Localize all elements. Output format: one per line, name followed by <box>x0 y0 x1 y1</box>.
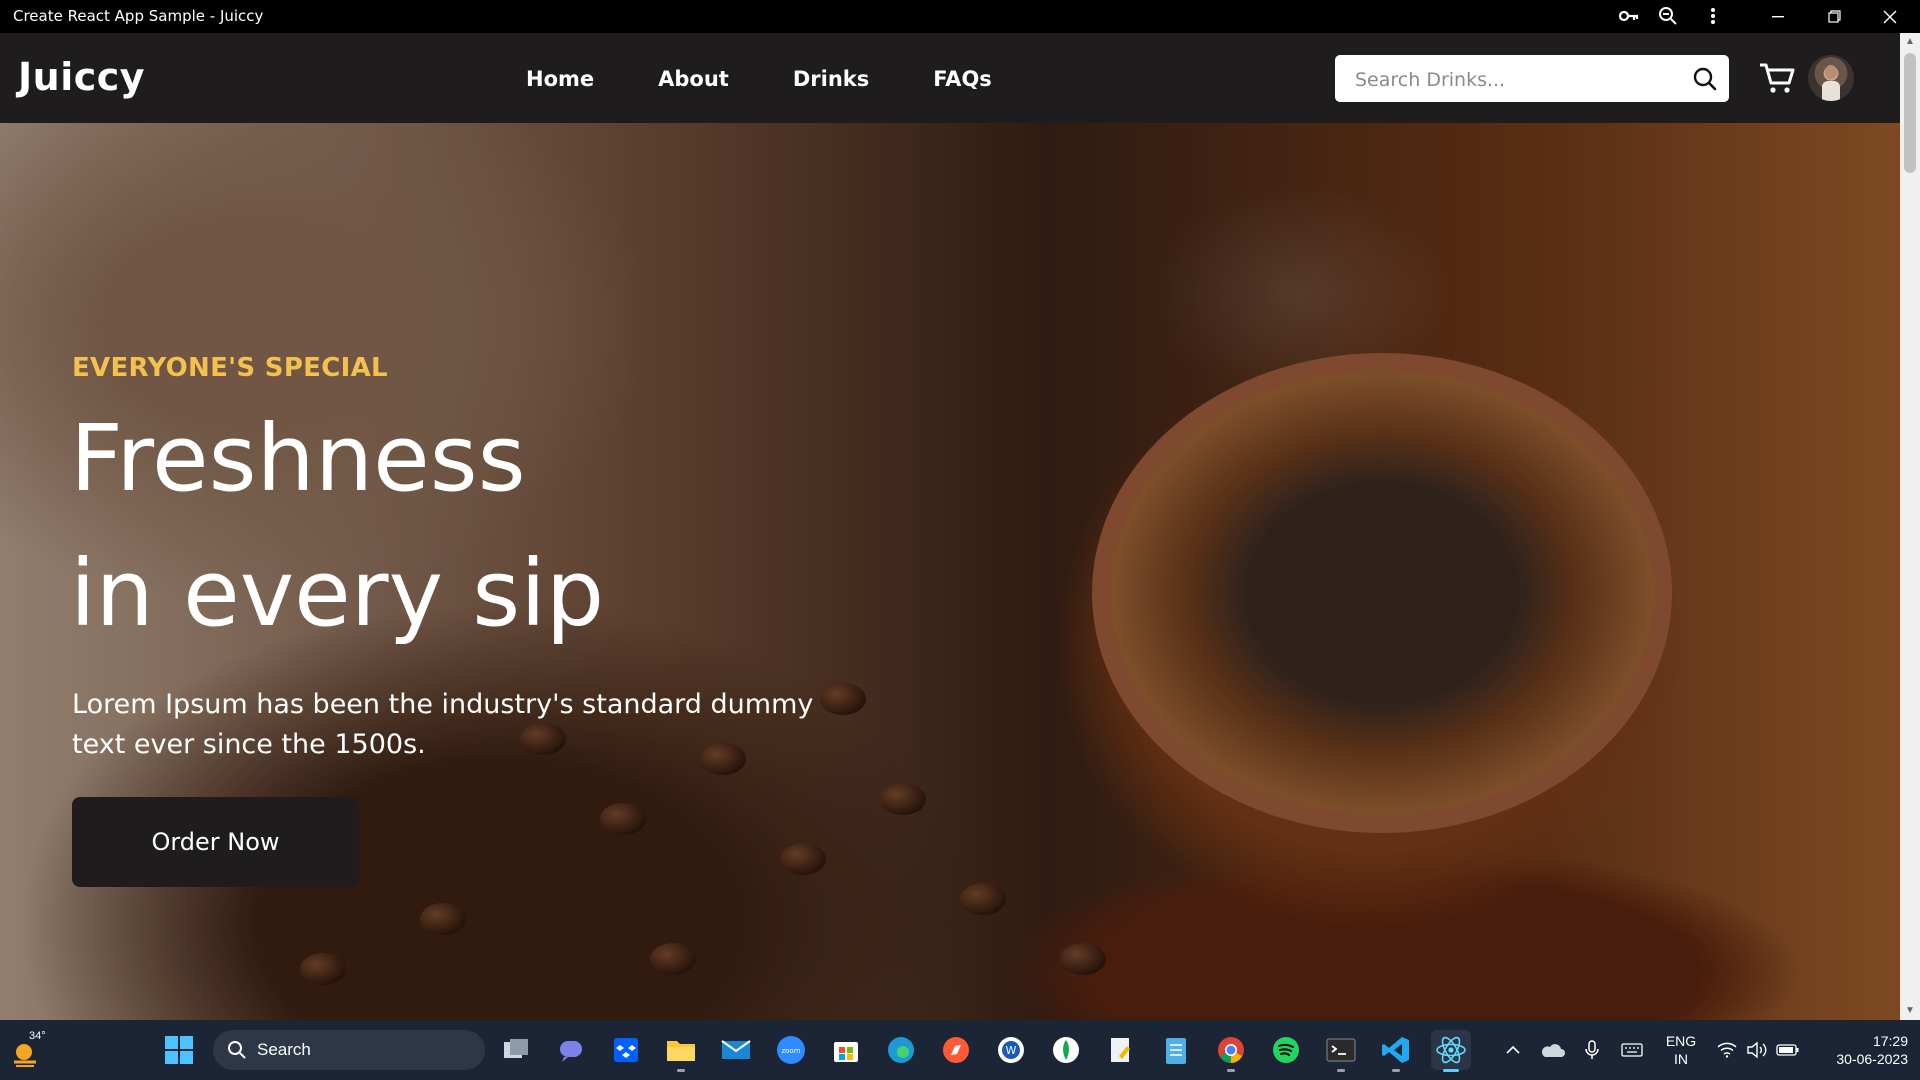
system-clock[interactable]: 17:29 30-06-2023 <box>1812 1032 1908 1068</box>
search-icon[interactable] <box>1693 67 1717 91</box>
editor-app-icon[interactable] <box>1101 1030 1141 1070</box>
wifi-icon[interactable] <box>1714 1020 1740 1080</box>
dropbox-icon[interactable] <box>606 1030 646 1070</box>
mongodb-compass-icon[interactable] <box>1046 1030 1086 1070</box>
volume-icon[interactable] <box>1744 1020 1770 1080</box>
taskbar: 34° Search zoom W ENG IN 17:29 30-06-202… <box>0 1020 1920 1080</box>
vscode-icon[interactable] <box>1376 1030 1416 1072</box>
battery-icon[interactable] <box>1774 1020 1802 1080</box>
start-button[interactable] <box>159 1030 199 1070</box>
close-button[interactable] <box>1862 0 1918 33</box>
task-view-icon[interactable] <box>496 1030 536 1070</box>
key-icon[interactable] <box>1617 5 1641 27</box>
nav-link-faqs[interactable]: FAQs <box>933 67 992 91</box>
scroll-down-arrow-icon[interactable]: ▼ <box>1900 1002 1920 1020</box>
clock-date: 30-06-2023 <box>1836 1051 1908 1067</box>
search-input[interactable] <box>1353 55 1677 104</box>
zoom-icon[interactable] <box>1656 5 1680 27</box>
search-box <box>1335 55 1729 104</box>
file-explorer-icon[interactable] <box>661 1030 701 1072</box>
region-code: IN <box>1674 1051 1688 1067</box>
nav-links: Home About Drinks FAQs <box>526 67 1056 91</box>
scroll-up-arrow-icon[interactable]: ▲ <box>1900 33 1920 51</box>
onedrive-icon[interactable] <box>1538 1020 1566 1080</box>
taskbar-search[interactable]: Search <box>213 1030 485 1070</box>
terminal-icon[interactable] <box>1321 1030 1361 1072</box>
hero-lead-text: Lorem Ipsum has been the industry's stan… <box>72 689 814 760</box>
svg-text:W: W <box>1006 1044 1017 1057</box>
search-icon <box>228 1041 246 1059</box>
weather-widget[interactable]: 34° <box>10 1030 50 1070</box>
restore-button[interactable] <box>1806 0 1862 33</box>
microphone-icon[interactable] <box>1580 1020 1604 1080</box>
clock-time: 17:29 <box>1872 1033 1908 1049</box>
svg-text:zoom: zoom <box>781 1047 800 1055</box>
teams-chat-icon[interactable] <box>551 1030 591 1070</box>
hero-eyebrow: EVERYONE'S SPECIAL <box>72 353 388 383</box>
window-titlebar: Create React App Sample - Juiccy <box>0 0 1920 33</box>
minimize-button[interactable] <box>1750 0 1806 33</box>
scroll-thumb[interactable] <box>1904 53 1916 173</box>
nav-link-about[interactable]: About <box>658 67 729 91</box>
hero-headline-line1: Freshness <box>70 405 526 512</box>
weather-temp: 34° <box>29 1030 46 1042</box>
edge-browser-icon[interactable] <box>881 1030 921 1070</box>
cart-icon[interactable] <box>1758 61 1796 95</box>
word-app-icon[interactable]: W <box>991 1030 1031 1070</box>
chrome-icon[interactable] <box>1211 1030 1251 1072</box>
brand-logo[interactable]: Juiccy <box>18 55 145 99</box>
hero-headline-line2: in every sip <box>70 540 605 647</box>
order-now-button[interactable]: Order Now <box>72 797 359 887</box>
nav-link-drinks[interactable]: Drinks <box>793 67 869 91</box>
taskbar-search-label: Search <box>257 1040 311 1059</box>
user-avatar[interactable] <box>1808 55 1854 101</box>
notepad-icon[interactable] <box>1156 1030 1196 1070</box>
nav-link-home[interactable]: Home <box>526 67 594 91</box>
window-title: Create React App Sample - Juiccy <box>13 7 264 25</box>
navbar: Juiccy Home About Drinks FAQs <box>0 33 1900 123</box>
page-scrollbar[interactable]: ▲ ▼ <box>1900 33 1920 1020</box>
react-app-icon[interactable] <box>1431 1030 1471 1072</box>
microsoft-store-icon[interactable] <box>826 1030 866 1070</box>
chevron-up-icon[interactable] <box>1500 1020 1526 1080</box>
mail-icon[interactable] <box>716 1030 756 1070</box>
compass-app-icon[interactable] <box>936 1030 976 1070</box>
zoom-icon[interactable]: zoom <box>771 1030 811 1070</box>
hero-section: EVERYONE'S SPECIAL Freshness in every si… <box>0 123 1900 1020</box>
language-indicator[interactable]: ENG IN <box>1656 1032 1706 1068</box>
language-code: ENG <box>1665 1033 1697 1049</box>
spotify-icon[interactable] <box>1266 1030 1306 1070</box>
more-options-icon[interactable] <box>1701 5 1725 27</box>
keyboard-icon[interactable] <box>1618 1020 1646 1080</box>
